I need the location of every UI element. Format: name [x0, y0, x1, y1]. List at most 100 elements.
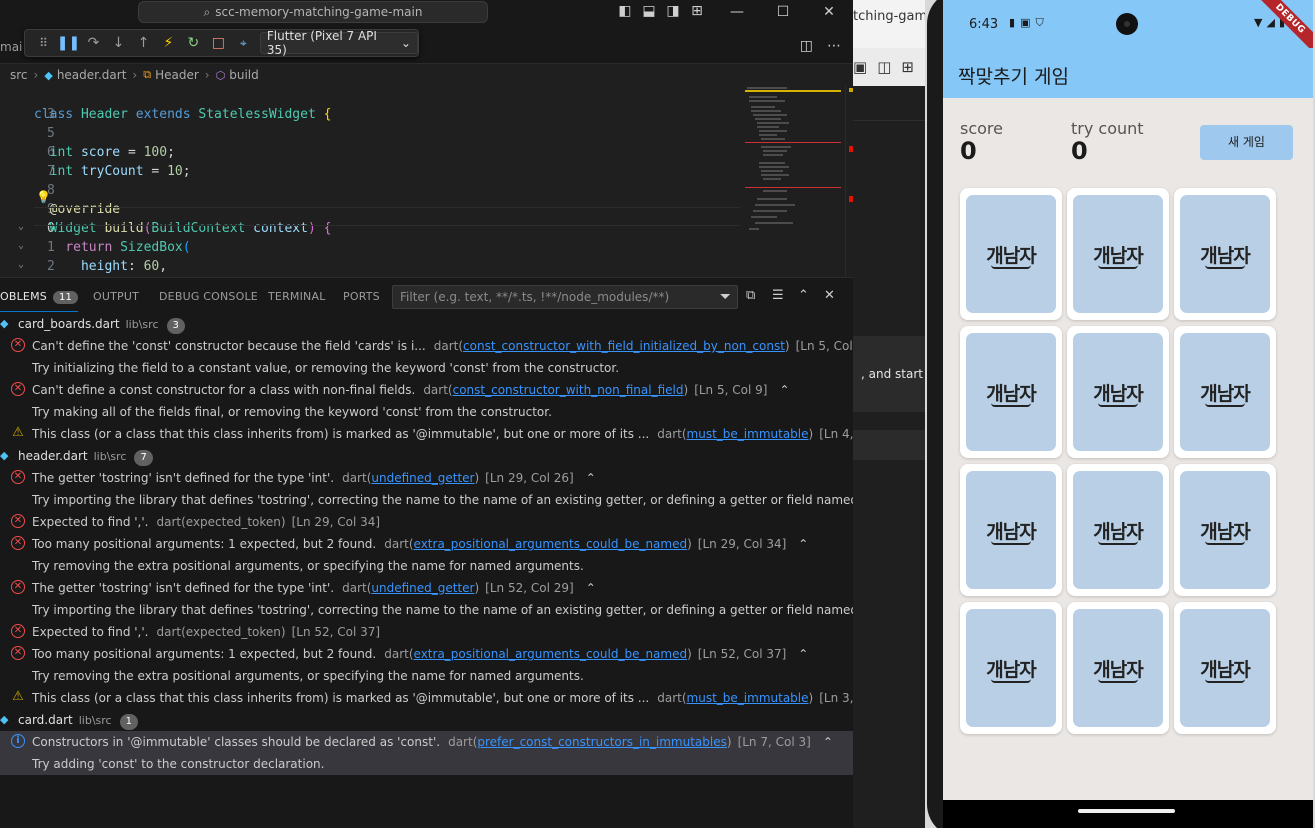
tab-problems[interactable]: OBLEMS 11 — [0, 290, 79, 312]
problems-filter-input[interactable]: Filter (e.g. text, **/*.ts, !**/node_mod… — [392, 285, 738, 309]
status-icons-left: ▮ ▣ ⛉ — [1009, 16, 1044, 30]
rule-link[interactable]: must_be_immutable — [687, 691, 809, 705]
minimap[interactable] — [745, 86, 845, 276]
chevron-up-icon[interactable]: ⌃ — [798, 537, 808, 551]
customize-layout-icon[interactable]: ⊞ — [689, 3, 705, 19]
memory-card[interactable]: 개남자 — [1174, 464, 1276, 596]
rule-link[interactable]: extra_positional_arguments_could_be_name… — [414, 537, 688, 551]
fold-chevron-icon[interactable]: ⌄ — [18, 259, 24, 270]
flutter-inspector-icon[interactable]: ⌖ — [231, 36, 256, 51]
rule-link[interactable]: extra_positional_arguments_could_be_name… — [414, 647, 688, 661]
tab-debug-console[interactable]: DEBUG CONSOLE — [159, 290, 258, 303]
memory-card[interactable]: 개남자 — [960, 602, 1062, 734]
memory-card[interactable]: 개남자 — [1174, 602, 1276, 734]
memory-card[interactable]: 개남자 — [1067, 188, 1169, 320]
home-gesture-pill[interactable] — [1078, 809, 1175, 813]
memory-card[interactable]: 개남자 — [1174, 188, 1276, 320]
toggle-secondary-sidebar-icon[interactable]: ◨ — [665, 3, 681, 19]
device-select[interactable]: Flutter (Pixel 7 API 35) ⌄ — [259, 29, 418, 57]
collapse-all-icon[interactable]: ⧉ — [746, 288, 755, 303]
memory-card[interactable]: 개남자 — [960, 464, 1062, 596]
breadcrumb-class[interactable]: Header — [155, 68, 199, 82]
problem-file-row[interactable]: ◆ header.dart lib\src 7 — [0, 445, 853, 467]
problem-row[interactable]: ✕ Can't define a const constructor for a… — [0, 379, 853, 401]
filter-icon[interactable]: ⏷ — [720, 286, 731, 308]
close-panel-icon[interactable]: ✕ — [824, 288, 835, 303]
pause-icon[interactable]: ❚❚ — [56, 35, 81, 51]
rule-link[interactable]: const_constructor_with_field_initialized… — [463, 339, 785, 353]
rule-link[interactable]: undefined_getter — [371, 581, 474, 595]
problem-row[interactable]: ✕ Can't define the 'const' constructor b… — [0, 335, 853, 357]
step-over-icon[interactable]: ↷ — [81, 35, 106, 51]
status-bar: 6:43 ▮ ▣ ⛉ ▼ ◢ ▮ DEBUG — [943, 0, 1313, 56]
problem-row[interactable]: ✕ The getter 'tostring' isn't defined fo… — [0, 577, 853, 599]
problem-row[interactable]: i Constructors in '@immutable' classes s… — [0, 731, 853, 753]
problem-row[interactable]: ✕ The getter 'tostring' isn't defined fo… — [0, 467, 853, 489]
problem-row[interactable]: ⚠ This class (or a class that this class… — [0, 687, 853, 709]
chevron-up-icon[interactable]: ⌃ — [586, 471, 596, 485]
rule-link[interactable]: must_be_immutable — [687, 427, 809, 441]
more-actions-icon[interactable]: ⋯ — [827, 38, 841, 54]
code-editor[interactable]: 3 class Header extends StatelessWidget { … — [0, 86, 740, 276]
chevron-down-icon: ⌄ — [400, 36, 411, 50]
maximize-panel-icon[interactable]: ⌃ — [798, 288, 809, 303]
fold-chevron-icon[interactable]: ⌄ — [18, 240, 24, 251]
view-as-list-icon[interactable]: ☰ — [772, 288, 784, 303]
split-view-icon[interactable]: ◫ — [877, 58, 891, 76]
chevron-up-icon[interactable]: ⌃ — [779, 383, 789, 397]
problem-row[interactable]: ⚠ This class (or a class that this class… — [0, 423, 853, 445]
minimize-button[interactable]: — — [714, 0, 760, 24]
close-window-button[interactable]: ✕ — [806, 0, 852, 24]
breadcrumb-src[interactable]: src — [10, 68, 28, 82]
breadcrumb-method[interactable]: build — [229, 68, 259, 82]
problem-row[interactable]: ✕ Too many positional arguments: 1 expec… — [0, 643, 853, 665]
browser-tab[interactable]: tching-gam — [853, 0, 925, 48]
problem-row[interactable]: ✕ Expected to find ','. dart(expected_tok… — [0, 621, 853, 643]
restart-icon[interactable]: ↻ — [181, 35, 206, 51]
tab-output[interactable]: OUTPUT — [93, 290, 139, 303]
tab-ports[interactable]: PORTS — [343, 290, 380, 303]
split-editor-icon[interactable]: ◫ — [800, 38, 813, 54]
drag-handle-icon[interactable]: ⠿ — [31, 36, 56, 50]
error-icon: ✕ — [11, 624, 25, 638]
fold-chevron-icon[interactable]: ⌄ — [18, 221, 24, 232]
stop-icon[interactable]: □ — [206, 35, 231, 51]
sidebar-toggle-icon[interactable]: ▣ — [853, 58, 867, 76]
command-center-search[interactable]: ⌕ scc-memory-matching-game-main — [138, 1, 488, 23]
problem-file-row[interactable]: ◆ card.dart lib\src 1 — [0, 709, 853, 731]
new-game-button[interactable]: 새 게임 — [1200, 125, 1293, 160]
editor-tab[interactable]: mai — [0, 40, 22, 54]
hot-reload-icon[interactable]: ⚡ — [156, 35, 181, 51]
toggle-primary-sidebar-icon[interactable]: ◧ — [617, 3, 633, 19]
card-logo: 개남자 — [986, 659, 1037, 683]
lightbulb-icon[interactable]: 💡 — [36, 190, 51, 204]
memory-card[interactable]: 개남자 — [1067, 602, 1169, 734]
memory-card[interactable]: 개남자 — [1174, 326, 1276, 458]
problem-hint-row: Try removing the extra positional argume… — [32, 559, 584, 573]
editor-scrollbar[interactable] — [845, 86, 853, 276]
memory-card[interactable]: 개남자 — [960, 188, 1062, 320]
chevron-up-icon[interactable]: ⌃ — [823, 735, 833, 749]
memory-card[interactable]: 개남자 — [1067, 326, 1169, 458]
step-out-icon[interactable]: ↑ — [131, 35, 156, 51]
tab-terminal[interactable]: TERMINAL — [268, 290, 326, 303]
maximize-button[interactable]: ☐ — [760, 0, 806, 24]
memory-card[interactable]: 개남자 — [960, 326, 1062, 458]
step-into-icon[interactable]: ↓ — [106, 35, 131, 51]
device-label: Flutter (Pixel 7 API 35) — [266, 29, 377, 57]
problem-row[interactable]: ✕ Too many positional arguments: 1 expec… — [0, 533, 853, 555]
problem-row[interactable]: ✕ Expected to find ','. dart(expected_tok… — [0, 511, 853, 533]
toggle-panel-icon[interactable]: ⬓ — [641, 3, 657, 19]
chevron-up-icon[interactable]: ⌃ — [586, 581, 596, 595]
dart-file-icon: ◆ — [0, 449, 9, 462]
problem-file-row[interactable]: ◆ card_boards.dart lib\src 3 — [0, 313, 853, 335]
card-back: 개남자 — [1180, 333, 1270, 451]
tab-grid-icon[interactable]: ⊞ — [901, 58, 914, 76]
memory-card[interactable]: 개남자 — [1067, 464, 1169, 596]
rule-link[interactable]: const_constructor_with_non_final_field — [453, 383, 684, 397]
chevron-up-icon[interactable]: ⌃ — [798, 647, 808, 661]
rule-link[interactable]: undefined_getter — [371, 471, 474, 485]
rule-link[interactable]: prefer_const_constructors_in_immutables — [477, 735, 727, 749]
breadcrumb-file[interactable]: header.dart — [57, 68, 127, 82]
card-logo: 개남자 — [1093, 521, 1144, 545]
